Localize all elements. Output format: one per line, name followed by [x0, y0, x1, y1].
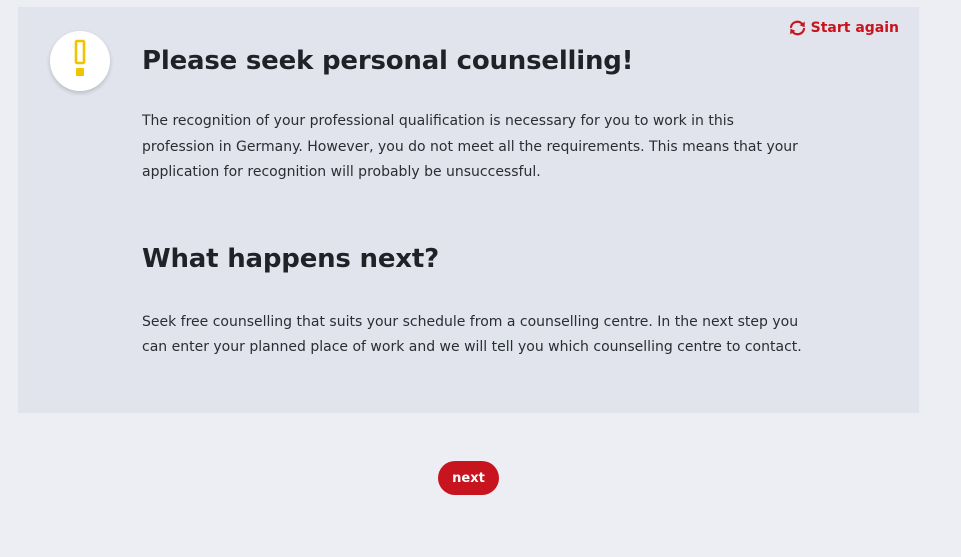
start-again-label: Start again: [810, 20, 899, 36]
result-panel: Start again Please seek personal counsel…: [18, 7, 919, 413]
page-title: Please seek personal counselling!: [142, 46, 634, 76]
refresh-icon: [788, 20, 807, 36]
status-badge: [50, 31, 110, 91]
next-steps-paragraph: Seek free counselling that suits your sc…: [142, 313, 802, 356]
section-title: What happens next?: [142, 243, 439, 274]
next-button[interactable]: next: [438, 461, 499, 495]
main-content: Please seek personal counselling! The re…: [142, 43, 802, 361]
recognition-paragraph: The recognition of your professional qua…: [142, 113, 798, 180]
exclamation-icon: [72, 39, 88, 83]
start-again-button[interactable]: Start again: [788, 20, 899, 36]
